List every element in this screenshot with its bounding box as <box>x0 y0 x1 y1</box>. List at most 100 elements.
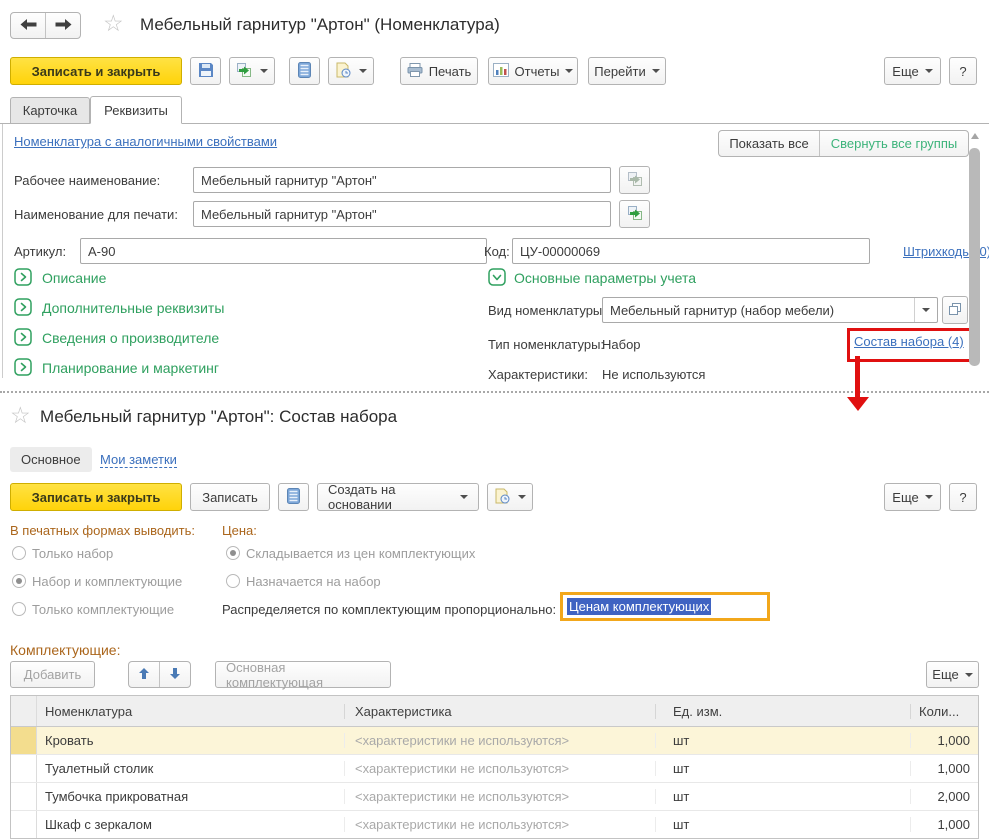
radio-only-kit[interactable] <box>12 546 26 560</box>
chevron-down-icon <box>922 308 930 312</box>
history-dropdown-button-2[interactable] <box>487 483 533 511</box>
row-marker <box>11 727 37 754</box>
section-toggle-description-icon[interactable] <box>14 268 32 289</box>
move-down-button[interactable] <box>159 662 190 687</box>
print-name-input[interactable]: Мебельный гарнитур "Артон" <box>193 201 611 227</box>
chevron-down-icon <box>965 673 973 677</box>
distribution-input[interactable]: Ценам комплектующих <box>560 592 770 621</box>
radio-only-components-label[interactable]: Только комплектующие <box>32 602 174 617</box>
row-marker-header <box>11 696 37 726</box>
table-row[interactable]: Туалетный столик <характеристики не испо… <box>11 755 978 783</box>
save-and-close-button[interactable]: Записать и закрыть <box>10 57 182 85</box>
kind-label: Вид номенклатуры: <box>488 303 606 318</box>
help-button-bottom[interactable]: ? <box>949 483 977 511</box>
show-in-list-button[interactable] <box>289 57 320 85</box>
radio-price-assigned-label[interactable]: Назначается на набор <box>246 574 381 589</box>
chevron-down-icon <box>652 69 660 73</box>
history-dropdown-button[interactable] <box>328 57 374 85</box>
article-input[interactable]: А-90 <box>80 238 487 264</box>
code-input[interactable]: ЦУ-00000069 <box>512 238 870 264</box>
radio-price-assigned[interactable] <box>226 574 240 588</box>
goto-button[interactable]: Перейти <box>588 57 666 85</box>
scrollbar-up-arrow-icon[interactable] <box>971 133 979 139</box>
print-forms-caption: В печатных формах выводить: <box>10 523 195 538</box>
section-manufacturer-info[interactable]: Сведения о производителе <box>42 330 219 346</box>
scrollbar-thumb[interactable] <box>969 148 980 366</box>
kit-composition-link[interactable]: Состав набора (4) <box>854 334 964 349</box>
row-marker <box>11 783 37 810</box>
column-header-characteristic[interactable]: Характеристика <box>345 704 656 719</box>
radio-kit-and-components-label[interactable]: Набор и комплектующие <box>32 574 182 589</box>
copy-value-icon <box>236 62 252 81</box>
tab-card[interactable]: Карточка <box>10 97 90 124</box>
radio-kit-and-components[interactable] <box>12 574 26 588</box>
create-based-on-button[interactable]: Создать на основании <box>317 483 479 511</box>
components-table: Номенклатура Характеристика Ед. изм. Кол… <box>10 695 979 839</box>
code-label: Код: <box>484 244 510 259</box>
radio-only-kit-label[interactable]: Только набор <box>32 546 113 561</box>
section-planning-marketing[interactable]: Планирование и маркетинг <box>42 360 219 376</box>
forward-button[interactable] <box>45 13 80 38</box>
section-main-params[interactable]: Основные параметры учета <box>514 270 696 286</box>
section-toggle-params-icon[interactable] <box>488 268 506 289</box>
more-button-top[interactable]: Еще <box>884 57 941 85</box>
similar-nomenclature-link[interactable]: Номенклатура с аналогичными свойствами <box>14 134 277 149</box>
back-arrow-icon <box>20 18 37 33</box>
table-row[interactable]: Кровать <характеристики не используются>… <box>11 727 978 755</box>
nav-my-notes-link[interactable]: Мои заметки <box>100 452 177 468</box>
open-window-icon <box>949 303 961 318</box>
list-icon <box>298 62 311 81</box>
collapse-groups-button[interactable]: Свернуть все группы <box>819 131 968 156</box>
row-marker <box>11 755 37 782</box>
add-button[interactable]: Добавить <box>10 661 95 688</box>
move-up-button[interactable] <box>129 662 159 687</box>
section-additional-attributes[interactable]: Дополнительные реквизиты <box>42 300 224 316</box>
column-header-unit[interactable]: Ед. изм. <box>656 704 911 719</box>
chevron-down-icon <box>925 495 933 499</box>
help-button-top[interactable]: ? <box>949 57 977 85</box>
copy-working-name-button[interactable] <box>619 166 650 194</box>
table-row[interactable]: Шкаф с зеркалом <характеристики не испол… <box>11 811 978 839</box>
back-button[interactable] <box>11 13 45 38</box>
table-row[interactable]: Тумбочка прикроватная <характеристики не… <box>11 783 978 811</box>
column-header-nomenclature[interactable]: Номенклатура <box>37 704 345 719</box>
characteristics-label: Характеристики: <box>488 367 588 382</box>
more-button-bottom[interactable]: Еще <box>884 483 941 511</box>
column-header-quantity[interactable]: Коли... <box>911 704 978 719</box>
save-button[interactable] <box>190 57 221 85</box>
radio-only-components[interactable] <box>12 602 26 616</box>
radio-price-from-components[interactable] <box>226 546 240 560</box>
favorite-star-icon-2[interactable]: ☆ <box>10 404 31 427</box>
radio-price-from-components-label[interactable]: Складывается из цен комплектующих <box>246 546 475 561</box>
save-button-2[interactable]: Записать <box>190 483 270 511</box>
components-caption: Комплектующие: <box>10 642 120 658</box>
section-description[interactable]: Описание <box>42 270 106 286</box>
copy-value-dropdown-button[interactable] <box>229 57 275 85</box>
more-button-table[interactable]: Еще <box>926 661 979 688</box>
print-button[interactable]: Печать <box>400 57 478 85</box>
bar-chart-icon <box>493 63 509 80</box>
article-label: Артикул: <box>14 244 66 259</box>
tab-details[interactable]: Реквизиты <box>90 96 182 124</box>
save-and-close-button-2[interactable]: Записать и закрыть <box>10 483 182 511</box>
row-marker <box>11 811 37 838</box>
nav-main-tab[interactable]: Основное <box>10 447 92 472</box>
combo-dropdown-button[interactable] <box>914 298 937 322</box>
show-all-button[interactable]: Показать все <box>719 131 819 156</box>
favorite-star-icon[interactable]: ☆ <box>103 12 124 35</box>
characteristics-value: Не используются <box>602 367 705 382</box>
open-kind-button[interactable] <box>942 296 968 324</box>
window-separator <box>0 391 989 393</box>
copy-print-name-button[interactable] <box>619 200 650 228</box>
section-toggle-manufacturer-icon[interactable] <box>14 328 32 349</box>
main-component-button[interactable]: Основная комплектующая <box>215 661 391 688</box>
kind-combo[interactable]: Мебельный гарнитур (набор мебели) <box>602 297 938 323</box>
reports-button[interactable]: Отчеты <box>488 57 578 85</box>
working-name-input[interactable]: Мебельный гарнитур "Артон" <box>193 167 611 193</box>
section-toggle-additional-icon[interactable] <box>14 298 32 319</box>
section-toggle-planning-icon[interactable] <box>14 358 32 379</box>
show-in-list-button-2[interactable] <box>278 483 309 511</box>
chevron-down-icon <box>518 495 526 499</box>
distribution-label: Распределяется по комплектующим пропорци… <box>222 602 556 617</box>
page-title: Мебельный гарнитур "Артон" (Номенклатура… <box>140 15 500 35</box>
